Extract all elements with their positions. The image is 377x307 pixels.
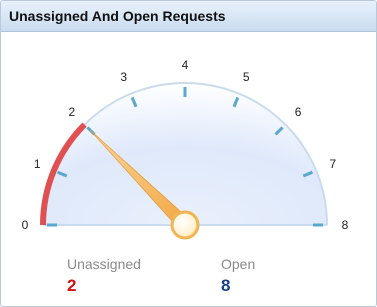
gauge-tick-label-6: 6 <box>295 105 302 119</box>
gauge-tick-label-4: 4 <box>182 58 189 72</box>
gauge-tick-label-7: 7 <box>329 157 336 171</box>
gauge-tick-label-5: 5 <box>243 70 250 84</box>
unassigned-label: Unassigned <box>67 256 141 272</box>
gauge-tick-label-3: 3 <box>120 70 127 84</box>
unassigned-count: 2 <box>67 276 77 295</box>
gauge-chart: 0 1 2 3 4 5 6 7 8 <box>22 58 349 240</box>
open-count: 8 <box>221 276 231 295</box>
gauge-tick-label-8: 8 <box>342 218 349 232</box>
requests-gauge-panel: Unassigned And Open Requests 0 1 2 3 4 5 6 7 8 … <box>0 0 377 307</box>
gauge-dial-background <box>43 83 327 225</box>
open-label: Open <box>221 256 256 272</box>
gauge-tick-label-2: 2 <box>69 105 76 119</box>
gauge-tick-label-0: 0 <box>22 218 29 232</box>
gauge-needle-hub <box>170 210 200 240</box>
gauge-tick-label-1: 1 <box>34 157 41 171</box>
panel-title: Unassigned And Open Requests <box>9 8 226 24</box>
panel-header: Unassigned And Open Requests <box>1 1 376 32</box>
